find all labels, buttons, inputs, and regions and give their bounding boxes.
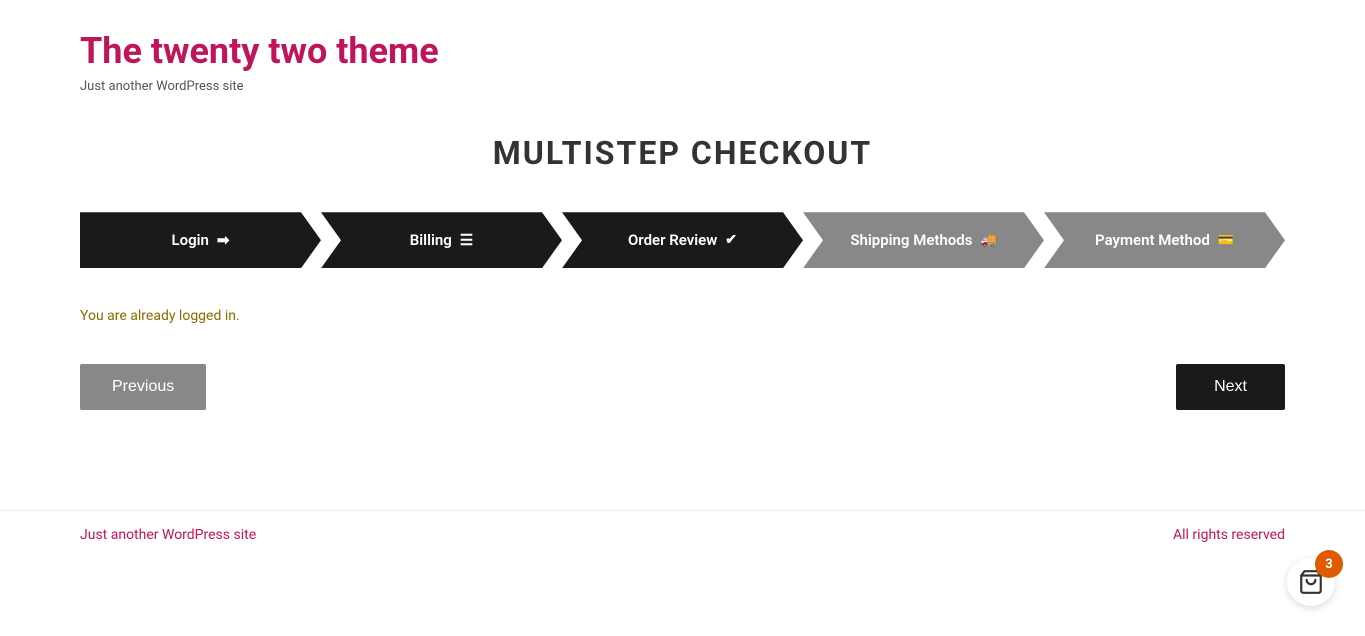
order-review-icon: ✔ xyxy=(725,232,737,248)
step-login-text: Login xyxy=(172,231,209,249)
footer-left-text: Just another WordPress site xyxy=(80,527,256,543)
step-payment-method[interactable]: Payment Method 💳 xyxy=(1044,212,1285,268)
nav-buttons: Previous Next xyxy=(80,364,1285,410)
cart-icon-button[interactable]: 3 xyxy=(1287,558,1335,606)
step-payment-method-label: Payment Method 💳 xyxy=(1095,231,1234,249)
step-order-review-text: Order Review xyxy=(628,231,717,249)
login-icon: ➡ xyxy=(217,231,230,249)
steps-container: Login ➡ Billing ☰ Order Review xyxy=(80,212,1285,268)
shipping-icon: 🚚 xyxy=(980,233,996,248)
header: The twenty two theme Just another WordPr… xyxy=(0,0,1365,114)
step-billing-label: Billing ☰ xyxy=(410,231,473,249)
page-wrapper: The twenty two theme Just another WordPr… xyxy=(0,0,1365,636)
step-order-review[interactable]: Order Review ✔ xyxy=(562,212,803,268)
site-tagline: Just another WordPress site xyxy=(80,79,1285,94)
step-shipping-methods[interactable]: Shipping Methods 🚚 xyxy=(803,212,1044,268)
cart-widget[interactable]: 3 xyxy=(1287,558,1335,606)
site-title: The twenty two theme xyxy=(80,30,1285,73)
cart-badge: 3 xyxy=(1315,550,1343,578)
footer: Just another WordPress site All rights r… xyxy=(0,510,1365,559)
previous-button[interactable]: Previous xyxy=(80,364,206,410)
payment-icon: 💳 xyxy=(1218,233,1234,248)
next-button[interactable]: Next xyxy=(1176,364,1285,410)
step-order-review-label: Order Review ✔ xyxy=(628,231,737,249)
step-shipping-methods-label: Shipping Methods 🚚 xyxy=(850,231,996,249)
checkout-title: MULTISTEP CHECKOUT xyxy=(80,134,1285,172)
step-billing-text: Billing xyxy=(410,231,452,249)
logged-in-message: You are already logged in. xyxy=(80,308,1285,324)
step-shipping-methods-text: Shipping Methods xyxy=(850,231,972,249)
step-payment-method-text: Payment Method xyxy=(1095,231,1210,249)
step-login[interactable]: Login ➡ xyxy=(80,212,321,268)
footer-right-text: All rights reserved xyxy=(1173,527,1285,543)
billing-icon: ☰ xyxy=(460,231,473,249)
main-content: MULTISTEP CHECKOUT Login ➡ Billing ☰ xyxy=(0,114,1365,510)
step-billing[interactable]: Billing ☰ xyxy=(321,212,562,268)
step-login-label: Login ➡ xyxy=(172,231,230,249)
